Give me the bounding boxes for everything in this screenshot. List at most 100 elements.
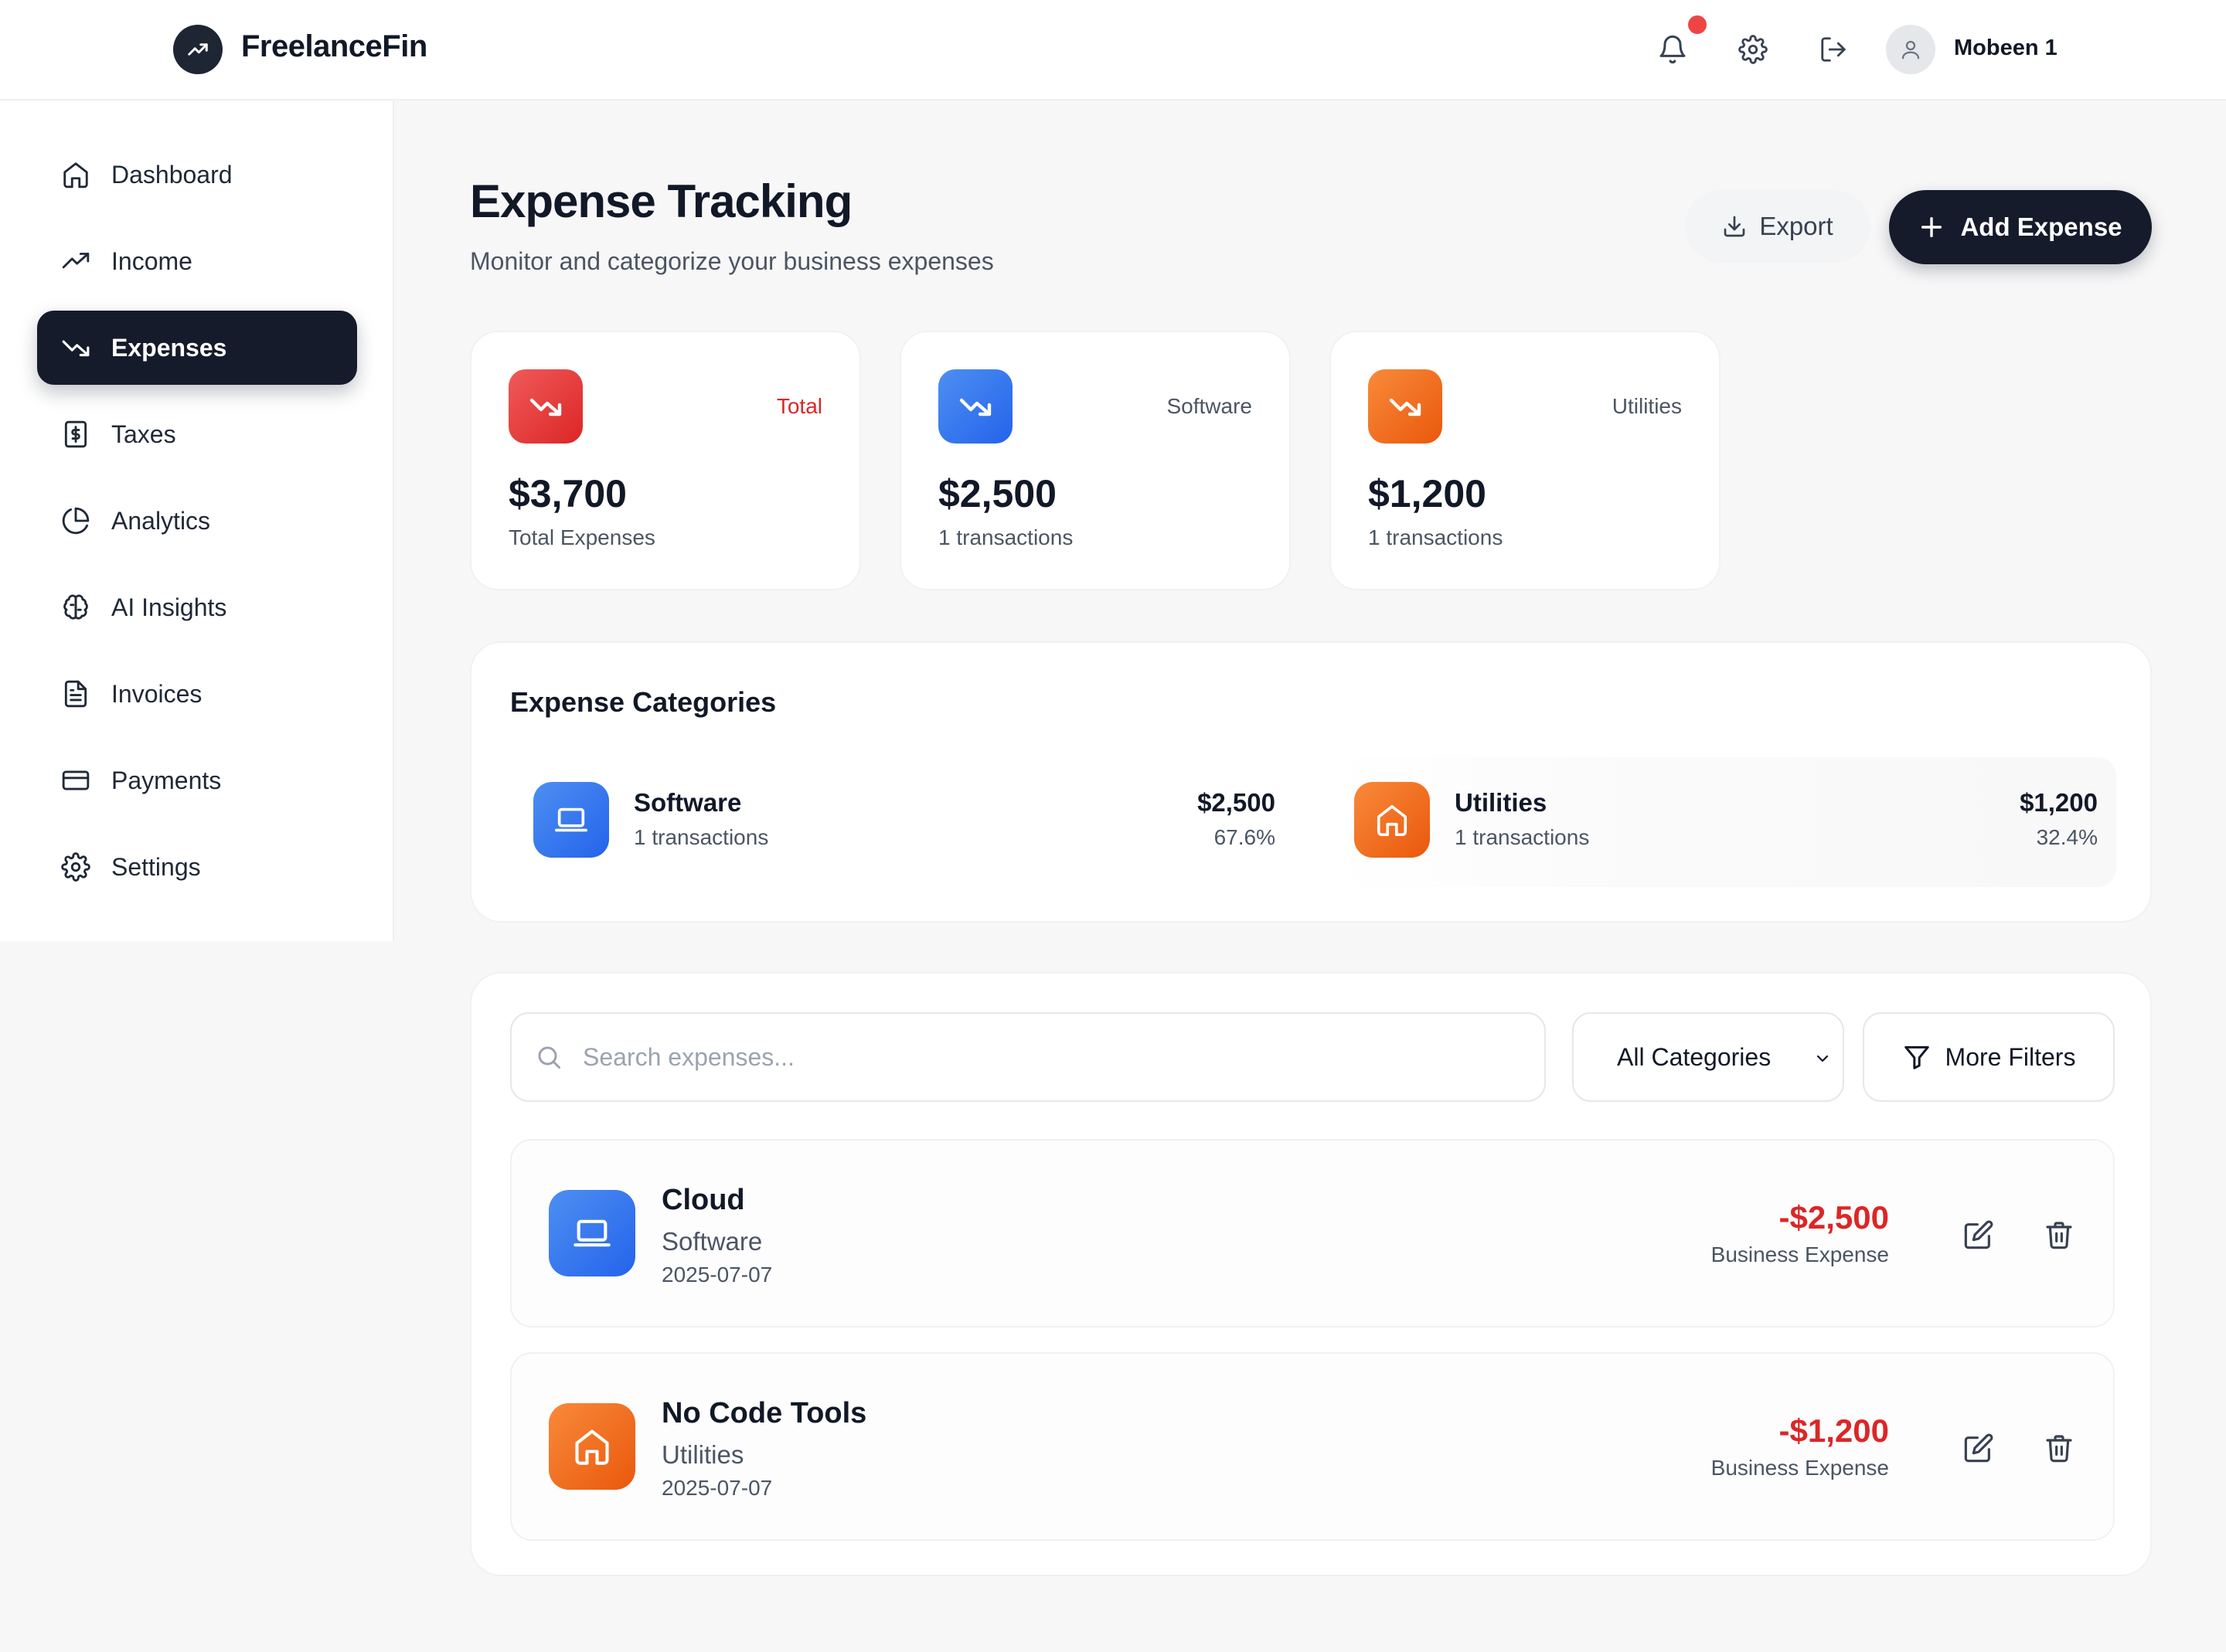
brand-name[interactable]: FreelanceFin: [241, 29, 427, 64]
edit-icon[interactable]: [1959, 1215, 1999, 1255]
sidebar-item-dashboard[interactable]: Dashboard: [37, 138, 357, 212]
stat-tag: Total: [776, 394, 822, 418]
pie-chart-icon: [60, 505, 91, 536]
sidebar-item-taxes[interactable]: Taxes: [37, 397, 357, 471]
gear-icon: [60, 851, 91, 882]
bell-icon[interactable]: [1654, 31, 1691, 68]
search-icon: [538, 1046, 560, 1069]
expense-date: 2025-07-07: [662, 1263, 773, 1287]
more-filters-label: More Filters: [1945, 1042, 2076, 1071]
category-amount: $1,200: [2020, 788, 2098, 817]
stat-subtitle: 1 transactions: [938, 525, 1074, 549]
more-filters-button[interactable]: More Filters: [1863, 1012, 2115, 1102]
sidebar-item-label: AI Insights: [111, 593, 227, 621]
home-icon: [549, 1403, 635, 1490]
sidebar-item-analytics[interactable]: Analytics: [37, 484, 357, 558]
sidebar-item-ai-insights[interactable]: AI Insights: [37, 570, 357, 644]
sidebar-item-label: Payments: [111, 766, 222, 794]
expense-name: No Code Tools: [662, 1397, 867, 1429]
category-name: Utilities: [1455, 788, 1547, 817]
category-amount: $2,500: [1197, 788, 1275, 817]
top-header: FreelanceFin Mobeen 1: [0, 0, 2226, 100]
category-row-utilities[interactable]: Utilities 1 transactions $1,200 32.4%: [1331, 757, 2116, 887]
gear-icon[interactable]: [1734, 31, 1772, 68]
expense-categories-card: Expense Categories Software 1 transactio…: [470, 641, 2152, 923]
expense-amount: -$2,500: [1778, 1199, 1889, 1236]
expense-list-card: All Categories More Filters Cloud Softwa…: [470, 972, 2152, 1576]
logo-trending-up-icon[interactable]: [173, 25, 223, 74]
expense-category: Software: [662, 1227, 763, 1256]
section-title: Expense Categories: [510, 686, 777, 718]
edit-icon[interactable]: [1959, 1428, 1999, 1468]
sidebar-item-income[interactable]: Income: [37, 224, 357, 298]
stat-value: $1,200: [1368, 472, 1486, 515]
stat-tag: Software: [1166, 394, 1253, 418]
trash-icon[interactable]: [2039, 1215, 2079, 1255]
plus-icon: [1921, 216, 1942, 238]
sidebar-item-expenses[interactable]: Expenses: [37, 311, 357, 385]
expense-category: Utilities: [662, 1440, 744, 1469]
sidebar-item-label: Invoices: [111, 679, 203, 708]
sidebar-item-payments[interactable]: Payments: [37, 743, 357, 818]
add-expense-button[interactable]: Add Expense: [1889, 190, 2152, 264]
category-row-software[interactable]: Software 1 transactions $2,500 67.6%: [471, 757, 1275, 887]
expense-name: Cloud: [662, 1184, 745, 1216]
notification-dot: [1688, 15, 1707, 34]
trending-down-icon: [938, 369, 1013, 444]
export-button[interactable]: Export: [1685, 190, 1870, 263]
filter-icon: [1904, 1045, 1929, 1069]
laptop-icon: [549, 1190, 635, 1276]
category-percent: 32.4%: [2036, 825, 2098, 849]
stat-tag: Utilities: [1612, 394, 1682, 418]
home-icon: [60, 159, 91, 190]
trending-up-icon: [60, 246, 91, 277]
stat-value: $2,500: [938, 472, 1057, 515]
brain-icon: [60, 592, 91, 623]
stat-card-total: Total $3,700 Total Expenses: [470, 331, 861, 590]
sidebar-item-label: Analytics: [111, 506, 211, 535]
stat-card-software: Software $2,500 1 transactions: [900, 331, 1291, 590]
category-count: 1 transactions: [634, 825, 769, 849]
page-title: Expense Tracking: [470, 175, 853, 227]
stat-value: $3,700: [509, 472, 627, 515]
sidebar-item-label: Expenses: [111, 333, 227, 362]
trending-down-icon: [1368, 369, 1442, 444]
expense-type: Business Expense: [1710, 1456, 1889, 1480]
username[interactable]: Mobeen 1: [1954, 36, 2058, 61]
search-field[interactable]: [510, 1012, 1546, 1102]
stat-card-utilities: Utilities $1,200 1 transactions: [1329, 331, 1721, 590]
expense-row[interactable]: No Code Tools Utilities 2025-07-07 -$1,2…: [510, 1352, 2115, 1541]
expense-amount: -$1,200: [1778, 1412, 1889, 1449]
sidebar-item-settings[interactable]: Settings: [37, 830, 357, 904]
logout-icon[interactable]: [1815, 31, 1852, 68]
add-expense-label: Add Expense: [1960, 212, 2122, 241]
expense-type: Business Expense: [1710, 1242, 1889, 1266]
expense-date: 2025-07-07: [662, 1476, 773, 1500]
search-input[interactable]: [583, 1042, 1510, 1072]
sidebar-item-label: Taxes: [111, 420, 176, 448]
dollar-doc-icon: [60, 419, 91, 450]
category-select[interactable]: All Categories: [1572, 1012, 1844, 1102]
expense-row[interactable]: Cloud Software 2025-07-07 -$2,500 Busine…: [510, 1139, 2115, 1327]
trending-down-icon: [60, 332, 91, 363]
sidebar: Dashboard Income Expenses Taxes Analytic…: [0, 100, 394, 941]
sidebar-item-label: Settings: [111, 852, 201, 881]
home-icon: [1354, 782, 1430, 858]
sidebar-item-invoices[interactable]: Invoices: [37, 657, 357, 731]
laptop-icon: [533, 782, 609, 858]
sidebar-item-label: Dashboard: [111, 160, 233, 189]
document-icon: [60, 678, 91, 709]
category-count: 1 transactions: [1455, 825, 1590, 849]
chevron-down-icon: [1816, 1055, 1829, 1062]
export-label: Export: [1759, 212, 1833, 240]
category-select-value: All Categories: [1617, 1042, 1772, 1071]
stat-subtitle: Total Expenses: [509, 525, 655, 549]
trash-icon[interactable]: [2039, 1428, 2079, 1468]
category-percent: 67.6%: [1213, 825, 1275, 849]
avatar[interactable]: [1886, 25, 1935, 74]
credit-card-icon: [60, 765, 91, 796]
download-icon: [1724, 216, 1745, 237]
page-subtitle: Monitor and categorize your business exp…: [470, 247, 994, 275]
sidebar-item-label: Income: [111, 246, 192, 275]
category-name: Software: [634, 788, 742, 817]
